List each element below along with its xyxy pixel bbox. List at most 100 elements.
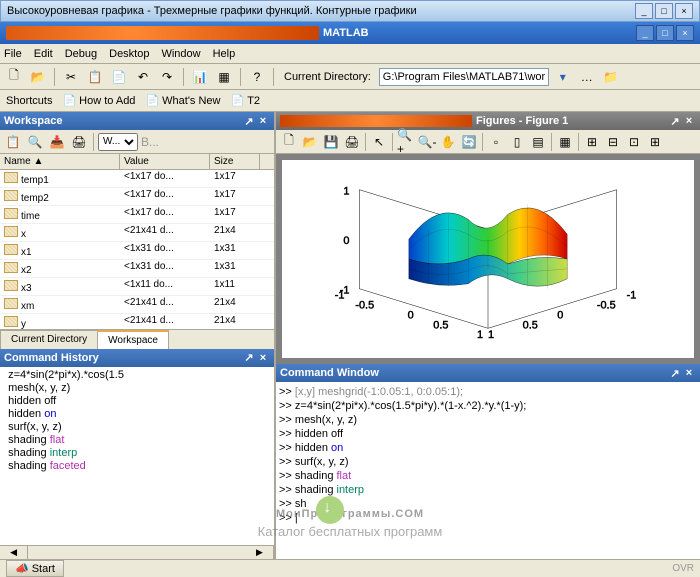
svg-text:1: 1 [488, 329, 494, 341]
outer-window-titlebar: Высокоуровневая графика - Трехмерные гра… [0, 0, 700, 22]
ws-plot-select[interactable]: W... [98, 133, 138, 151]
cmd-close-icon[interactable]: × [682, 366, 696, 380]
ws-new-icon[interactable]: 📋 [3, 132, 23, 152]
ws-header-value[interactable]: Value [120, 154, 210, 169]
paste-icon[interactable]: 📄 [109, 67, 129, 87]
history-scroll-right-icon[interactable]: ▶ [246, 545, 274, 559]
new-file-icon[interactable]: 🗋 [4, 67, 24, 87]
fig-rotate-icon[interactable]: 🔄 [459, 132, 479, 152]
matlab-maximize-button[interactable]: □ [656, 25, 674, 41]
ws-header-size[interactable]: Size [210, 154, 260, 169]
command-line: >> mesh(x, y, z) [279, 413, 697, 427]
cut-icon[interactable]: ✂ [61, 67, 81, 87]
workspace-close-icon[interactable]: × [256, 114, 270, 128]
workspace-undock-icon[interactable]: ↗ [242, 114, 256, 128]
svg-text:0: 0 [408, 309, 414, 321]
statusbar: 📣 Start OVR [0, 559, 700, 577]
dir-dropdown-icon[interactable]: ▾ [553, 67, 573, 87]
history-line[interactable]: shading faceted [2, 460, 272, 473]
table-row[interactable]: temp2<1x17 do...1x17 [0, 188, 274, 206]
tab-workspace[interactable]: Workspace [97, 330, 169, 349]
menu-window[interactable]: Window [161, 48, 200, 60]
close-button[interactable]: × [675, 3, 693, 19]
ws-open-icon[interactable]: 🔍 [25, 132, 45, 152]
matlab-close-button[interactable]: × [676, 25, 694, 41]
fig-save-icon[interactable]: 💾 [321, 132, 341, 152]
matlab-minimize-button[interactable]: _ [636, 25, 654, 41]
menu-edit[interactable]: Edit [34, 48, 53, 60]
ws-print-icon[interactable]: 🖨 [69, 132, 89, 152]
start-button[interactable]: 📣 Start [6, 560, 64, 577]
history-line[interactable]: hidden on [2, 408, 272, 421]
ws-header-name[interactable]: Name ▲ [0, 154, 120, 169]
main-toolbar: 🗋 📂 ✂ 📋 📄 ↶ ↷ 📊 ▦ ? Current Directory: ▾… [0, 64, 700, 90]
fig-layout4-icon[interactable]: ⊞ [645, 132, 665, 152]
shortcut-how-to-add[interactable]: 📄 How to Add [62, 94, 135, 107]
shortcut-whats-new[interactable]: 📄 What's New [145, 94, 220, 107]
history-scroll-left-icon[interactable]: ◀ [0, 545, 28, 559]
fig-print-icon[interactable]: 🖨 [342, 132, 362, 152]
menu-desktop[interactable]: Desktop [109, 48, 149, 60]
table-row[interactable]: y<21x41 d...21x4 [0, 314, 274, 329]
open-file-icon[interactable]: 📂 [28, 67, 48, 87]
copy-icon[interactable]: 📋 [85, 67, 105, 87]
menu-help[interactable]: Help [213, 48, 236, 60]
menu-debug[interactable]: Debug [65, 48, 97, 60]
up-dir-icon[interactable]: 📁 [601, 67, 621, 87]
fig-open-icon[interactable]: 📂 [300, 132, 320, 152]
browse-dir-icon[interactable]: … [577, 67, 597, 87]
help-icon[interactable]: ? [247, 67, 267, 87]
redo-icon[interactable]: ↷ [157, 67, 177, 87]
minimize-button[interactable]: _ [635, 3, 653, 19]
fig-zoomin-icon[interactable]: 🔍+ [396, 132, 416, 152]
table-row[interactable]: x1<1x31 do...1x31 [0, 242, 274, 260]
fig-datacursor-icon[interactable]: ▫ [486, 132, 506, 152]
history-line[interactable]: surf(x, y, z) [2, 421, 272, 434]
fig-zoomout-icon[interactable]: 🔍- [417, 132, 437, 152]
history-line[interactable]: mesh(x, y, z) [2, 382, 272, 395]
guide-icon[interactable]: ▦ [214, 67, 234, 87]
fig-layout3-icon[interactable]: ⊡ [624, 132, 644, 152]
figures-close-icon[interactable]: × [682, 114, 696, 128]
ws-import-icon[interactable]: 📥 [47, 132, 67, 152]
undo-icon[interactable]: ↶ [133, 67, 153, 87]
maximize-button[interactable]: □ [655, 3, 673, 19]
command-line: >> sh [279, 497, 697, 511]
shortcut-t2[interactable]: 📄 T2 [230, 94, 260, 107]
fig-new-icon[interactable]: 🗋 [279, 132, 299, 152]
history-undock-icon[interactable]: ↗ [242, 351, 256, 365]
command-line: >> z=4*sin(2*pi*x).*cos(1.5*pi*y).*(1-x.… [279, 399, 697, 413]
fig-layout2-icon[interactable]: ⊟ [603, 132, 623, 152]
table-row[interactable]: time<1x17 do...1x17 [0, 206, 274, 224]
fig-colorbar-icon[interactable]: ▯ [507, 132, 527, 152]
table-row[interactable]: temp1<1x17 do...1x17 [0, 170, 274, 188]
ws-base-icon[interactable]: B... [140, 132, 160, 152]
current-directory-input[interactable] [379, 68, 549, 86]
svg-text:-0.5: -0.5 [597, 300, 616, 312]
fig-pan-icon[interactable]: ✋ [438, 132, 458, 152]
history-line[interactable]: hidden off [2, 395, 272, 408]
table-row[interactable]: xm<21x41 d...21x4 [0, 296, 274, 314]
table-row[interactable]: x2<1x31 do...1x31 [0, 260, 274, 278]
history-line[interactable]: shading interp [2, 447, 272, 460]
command-history[interactable]: z=4*sin(2*pi*x).*cos(1.5 mesh(x, y, z) h… [0, 367, 274, 546]
shortcuts-bar: Shortcuts 📄 How to Add 📄 What's New 📄 T2 [0, 90, 700, 112]
command-window[interactable]: >> [x,y] meshgrid(-1:0.05:1, 0:0.05:1);>… [276, 382, 700, 559]
history-line[interactable]: z=4*sin(2*pi*x).*cos(1.5 [2, 369, 272, 382]
table-row[interactable]: x3<1x11 do...1x11 [0, 278, 274, 296]
simulink-icon[interactable]: 📊 [190, 67, 210, 87]
history-line[interactable]: shading flat [2, 434, 272, 447]
fig-pointer-icon[interactable]: ↖ [369, 132, 389, 152]
fig-hide-icon[interactable]: ▦ [555, 132, 575, 152]
cmd-undock-icon[interactable]: ↗ [668, 366, 682, 380]
figure-toolbar: 🗋 📂 💾 🖨 ↖ 🔍+ 🔍- ✋ 🔄 ▫ ▯ ▤ ▦ ⊞ ⊟ ⊡ ⊞ [276, 130, 700, 154]
fig-legend-icon[interactable]: ▤ [528, 132, 548, 152]
figure-canvas[interactable]: 1 0 -1 -1 -0.5 0 0.5 1 -1 -0.5 0 0.5 [282, 160, 694, 358]
table-row[interactable]: x<21x41 d...21x4 [0, 224, 274, 242]
workspace-tabs: Current Directory Workspace [0, 329, 274, 349]
history-close-icon[interactable]: × [256, 351, 270, 365]
fig-layout1-icon[interactable]: ⊞ [582, 132, 602, 152]
tab-current-directory[interactable]: Current Directory [0, 330, 98, 349]
menu-file[interactable]: File [4, 48, 22, 60]
figures-undock-icon[interactable]: ↗ [668, 114, 682, 128]
